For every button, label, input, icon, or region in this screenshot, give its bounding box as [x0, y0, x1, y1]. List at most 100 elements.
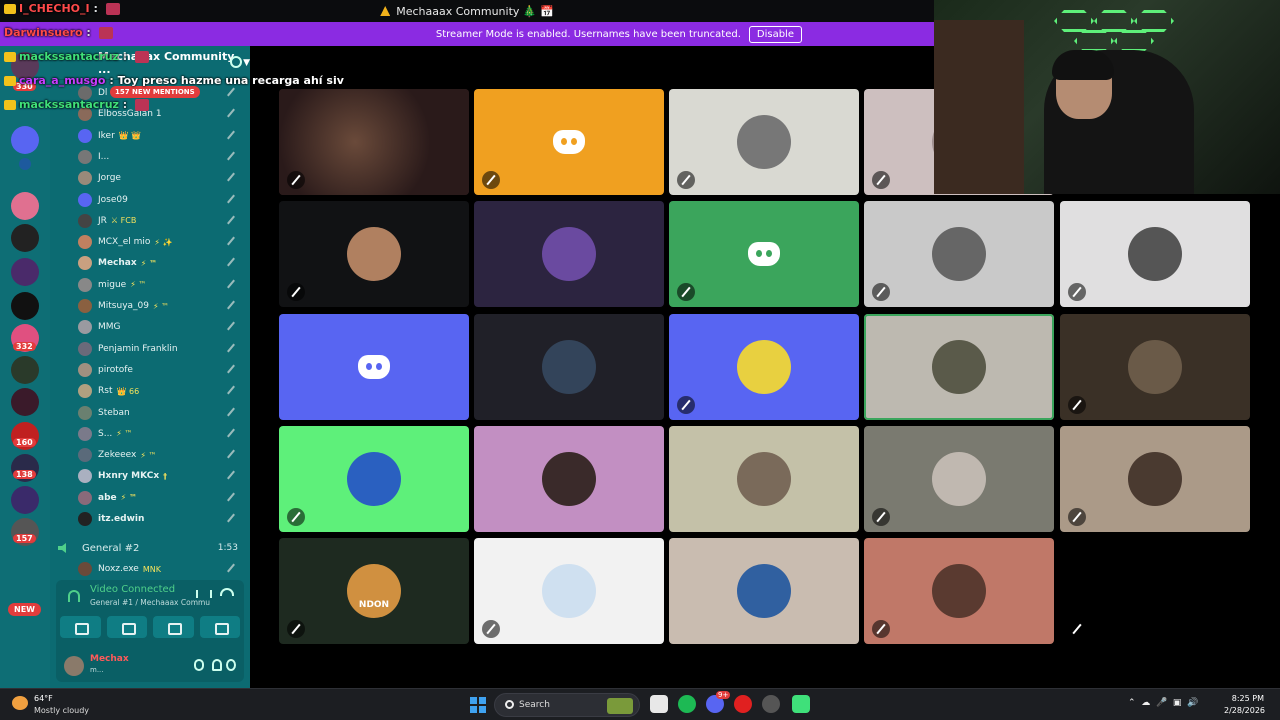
participant-tile[interactable] [864, 314, 1054, 420]
participant-tile[interactable] [669, 89, 859, 195]
mute-icon [226, 343, 236, 353]
list-item[interactable]: Steban [78, 404, 244, 422]
participant-tile[interactable] [1060, 201, 1250, 307]
chat-line: Darwinsuero : [4, 26, 113, 39]
list-item[interactable]: Iker 👑 👑 [78, 127, 244, 145]
start-button[interactable] [470, 697, 486, 713]
participant-tile[interactable] [669, 201, 859, 307]
spotify-icon[interactable] [678, 695, 696, 713]
server-icon[interactable] [11, 258, 39, 286]
mute-icon [226, 279, 236, 289]
taskbar-search[interactable]: Search [494, 693, 640, 717]
server-icon[interactable] [11, 126, 39, 154]
list-item[interactable]: pirotofe [78, 361, 244, 379]
server-icon[interactable] [11, 224, 39, 252]
mute-icon [226, 492, 236, 502]
list-item[interactable]: Mitsuya_09 ⚡ ™ [78, 297, 244, 315]
weather-icon [12, 696, 28, 710]
voice-channel-general-2[interactable]: General #2 1:53 [58, 540, 244, 556]
voice-channel-path[interactable]: General #1 / Mechaaax Communit... [90, 598, 210, 607]
chat-line: I_CHECHO_I : [4, 2, 120, 15]
participant-tile[interactable] [1060, 538, 1250, 644]
file-explorer-icon[interactable] [650, 695, 668, 713]
camera-button[interactable] [60, 616, 101, 638]
mute-icon [226, 215, 236, 225]
participant-tile[interactable] [474, 538, 664, 644]
participant-tile[interactable] [1060, 426, 1250, 532]
participant-tile[interactable]: NDON [279, 538, 469, 644]
mute-icon [287, 171, 305, 189]
avatar[interactable] [64, 656, 84, 676]
avatar [1128, 340, 1182, 394]
mute-icon [872, 283, 890, 301]
list-item[interactable]: Zekeeex ⚡ ™ [78, 446, 244, 464]
participant-tile[interactable] [669, 426, 859, 532]
folder-icon[interactable] [19, 158, 31, 170]
streamer-webcam [934, 0, 1280, 194]
taskbar-clock[interactable]: 8:25 PM 2/28/2026 [1224, 693, 1265, 717]
discord-badge: 9+ [716, 691, 731, 699]
participant-tile[interactable] [474, 426, 664, 532]
kick-icon[interactable] [792, 695, 810, 713]
participant-tile[interactable] [279, 426, 469, 532]
avatar [542, 227, 596, 281]
participant-tile[interactable] [669, 314, 859, 420]
avatar [78, 469, 92, 484]
list-item[interactable]: Penjamin Franklin [78, 340, 244, 358]
microphone-icon[interactable] [194, 659, 204, 671]
server-icon[interactable] [11, 192, 39, 220]
server-icon[interactable] [11, 486, 39, 514]
list-item[interactable]: itz.edwin [78, 510, 244, 528]
participant-tile[interactable] [864, 538, 1054, 644]
badge-icon [4, 76, 16, 86]
list-item[interactable]: Hxnry MKCx † [78, 467, 244, 485]
list-item[interactable]: I... [78, 148, 244, 166]
opera-icon[interactable] [734, 695, 752, 713]
gear-icon[interactable] [226, 659, 236, 671]
obs-icon[interactable] [762, 695, 780, 713]
member-name: Jorge [98, 173, 121, 184]
participant-tile[interactable] [474, 89, 664, 195]
new-unreads-badge[interactable]: NEW [8, 603, 41, 616]
system-tray[interactable]: ⌃ ☁ 🎤 ▣ 🔊 [1128, 698, 1198, 708]
server-icon[interactable] [11, 388, 39, 416]
member-name: S... [98, 428, 113, 439]
list-item[interactable]: Jorge [78, 169, 244, 187]
avatar [78, 512, 92, 526]
list-item[interactable]: Jose09 [78, 191, 244, 209]
disconnect-icon[interactable] [220, 588, 234, 596]
list-item[interactable]: MCX_el mio ⚡ ✨ [78, 233, 244, 251]
list-item[interactable]: S... ⚡ ™ [78, 425, 244, 443]
participant-tile[interactable] [864, 426, 1054, 532]
server-icon[interactable] [11, 292, 39, 320]
headphones-icon[interactable] [212, 659, 222, 671]
mute-icon [287, 620, 305, 638]
list-item[interactable]: MMG [78, 318, 244, 336]
participant-tile[interactable] [279, 201, 469, 307]
screen-share-button[interactable] [106, 616, 147, 638]
list-item[interactable]: migue ⚡ ™ [78, 276, 244, 294]
chat-line: cara_a_musgo : Toy preso hazme una recar… [4, 74, 344, 87]
disable-streamer-mode-button[interactable]: Disable [748, 25, 802, 43]
list-item[interactable]: abe ⚡ ™ [78, 489, 244, 507]
list-item[interactable]: JR ⚔ FCB [78, 212, 244, 230]
list-item[interactable]: Noxz.exe MNK [78, 560, 244, 578]
participant-tile[interactable] [279, 314, 469, 420]
mute-icon [226, 151, 236, 161]
activities-button[interactable] [153, 616, 194, 638]
mute-icon [226, 194, 236, 204]
list-item[interactable]: Mechax ⚡ ™ [78, 254, 244, 272]
participant-tile[interactable] [864, 201, 1054, 307]
member-name: Rst [98, 386, 113, 397]
participant-tile[interactable] [474, 314, 664, 420]
mute-icon [287, 283, 305, 301]
avatar [347, 227, 401, 281]
server-icon[interactable] [11, 356, 39, 384]
participant-tile[interactable] [669, 538, 859, 644]
participant-tile[interactable] [1060, 314, 1250, 420]
list-item[interactable]: Rst 👑 66 [78, 382, 244, 400]
soundboard-button[interactable] [199, 616, 240, 638]
participant-tile[interactable] [474, 201, 664, 307]
noise-suppression-icon[interactable] [196, 588, 212, 600]
signal-icon[interactable] [68, 590, 80, 602]
